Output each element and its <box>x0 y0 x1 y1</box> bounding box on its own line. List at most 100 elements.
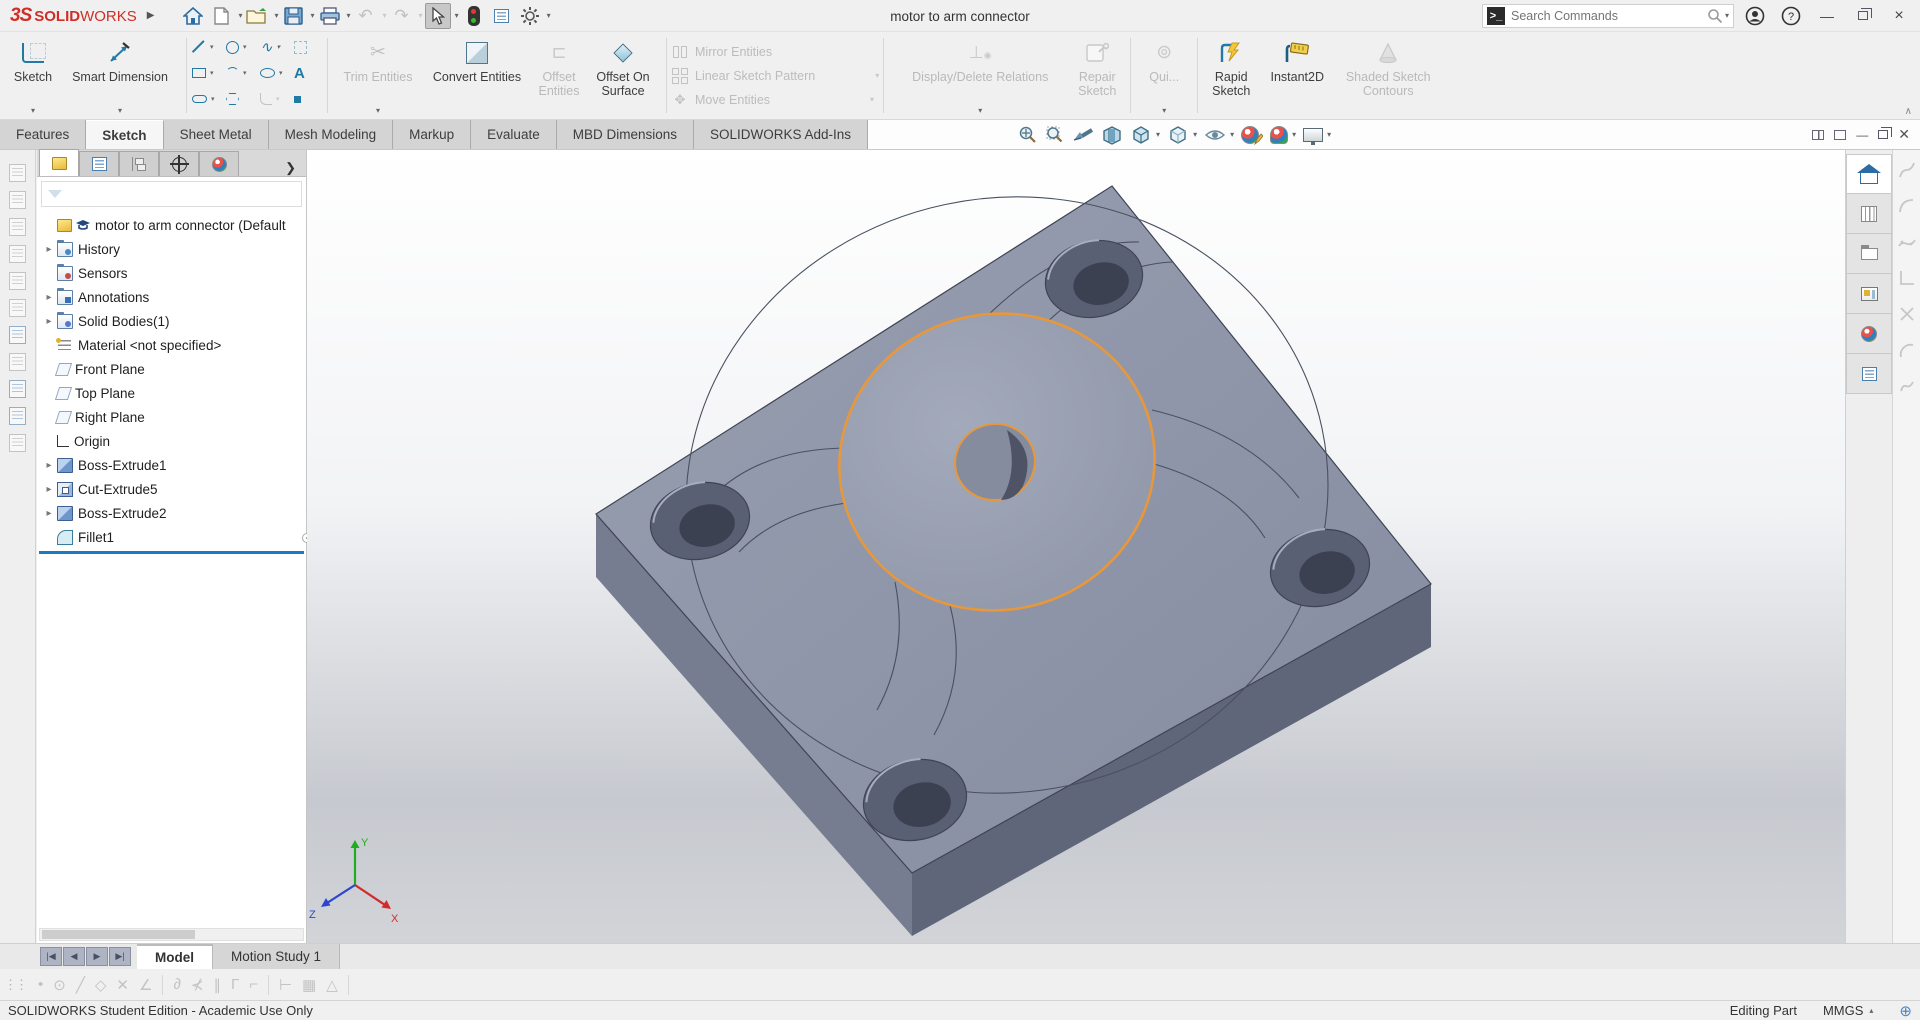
nav-prev-button[interactable]: ◀ <box>63 947 85 966</box>
snap-grid-icon[interactable]: ▦ <box>302 976 316 994</box>
visualize-button[interactable] <box>461 3 487 29</box>
quick-snaps-button[interactable]: ⊚ Qui... ▾ <box>1137 34 1191 118</box>
smart-dimension-button[interactable]: Smart Dimension ▾ <box>60 34 180 118</box>
offset-on-surface-button[interactable]: Offset On Surface <box>586 34 660 118</box>
tree-item-history[interactable]: ▸ History <box>37 237 306 261</box>
open-button[interactable] <box>244 3 270 29</box>
display-delete-relations-button[interactable]: ⊥◉ Display/Delete Relations ▾ <box>890 34 1070 118</box>
snap-perpendicular-icon[interactable]: ⊀ <box>191 976 204 994</box>
snap-line-icon[interactable]: ╱ <box>76 976 85 994</box>
left-toolbar-button-3[interactable] <box>9 218 26 236</box>
snap-grid-dim-icon[interactable]: ⊢ <box>279 976 292 994</box>
undo-dropdown[interactable]: ▾ <box>383 11 387 20</box>
zoom-to-fit-button[interactable] <box>1018 125 1038 145</box>
doc-minimize-button[interactable]: — <box>1856 128 1868 142</box>
tree-horizontal-scrollbar[interactable] <box>39 928 304 941</box>
view-orientation-dropdown[interactable]: ▾ <box>1156 130 1160 139</box>
repair-sketch-button[interactable]: Repair Sketch <box>1070 34 1124 118</box>
tree-item-boss-extrude2[interactable]: ▸ Boss-Extrude2 <box>37 501 306 525</box>
restore-button[interactable] <box>1848 3 1878 29</box>
search-scope-dropdown[interactable]: ▾ <box>1725 11 1729 20</box>
save-dropdown[interactable]: ▾ <box>311 11 315 20</box>
view-orientation-button[interactable]: ▾ <box>1130 125 1160 145</box>
line-dropdown[interactable]: ▾ <box>210 43 214 51</box>
ink-curve-icon[interactable] <box>1897 196 1917 216</box>
tree-item-fillet1[interactable]: Fillet1 <box>37 525 306 549</box>
expander-icon[interactable]: ▸ <box>41 460 57 471</box>
section-view-button[interactable] <box>1101 125 1123 145</box>
tab-solidworks-add-ins[interactable]: SOLIDWORKS Add-Ins <box>694 120 868 149</box>
ink-erase-icon[interactable] <box>1897 304 1917 324</box>
nav-next-button[interactable]: ▶ <box>86 947 108 966</box>
view-settings-button[interactable]: ▾ <box>1303 128 1331 142</box>
taskpane-file-explorer-button[interactable] <box>1846 234 1892 274</box>
options-button[interactable] <box>517 3 543 29</box>
tab-model[interactable]: Model <box>137 944 213 969</box>
split-pane-icon[interactable] <box>1812 130 1824 140</box>
rectangle-tool-button[interactable]: ▾ <box>189 68 223 78</box>
point-tool-button[interactable] <box>291 96 325 103</box>
units-selector[interactable]: MMGS ▴ <box>1823 1003 1873 1018</box>
document-properties-button[interactable] <box>489 3 515 29</box>
view-settings-dropdown[interactable]: ▾ <box>1327 130 1331 139</box>
sketch-button[interactable]: Sketch ▾ <box>6 34 60 118</box>
offset-entities-button[interactable]: ⊏ Offset Entities <box>532 34 586 118</box>
expander-icon[interactable]: ▸ <box>41 316 57 327</box>
ink-arc-icon[interactable] <box>1897 340 1917 360</box>
left-toolbar-button-4[interactable] <box>9 245 26 263</box>
taskpane-home-button[interactable] <box>1846 154 1892 194</box>
new-pane-icon[interactable] <box>1834 130 1846 140</box>
move-entities-dropdown[interactable]: ▾ <box>870 95 874 104</box>
trim-entities-dropdown[interactable]: ▾ <box>376 106 380 118</box>
sketch-dropdown[interactable]: ▾ <box>31 106 35 118</box>
ellipse-tool-button[interactable]: ▾ <box>257 68 291 78</box>
tab-mbd-dimensions[interactable]: MBD Dimensions <box>557 120 694 149</box>
box-select-tool-button[interactable] <box>291 41 325 54</box>
left-toolbar-button-9[interactable] <box>9 380 26 398</box>
tab-features[interactable]: Features <box>0 120 86 149</box>
new-document-dropdown[interactable]: ▾ <box>238 11 242 20</box>
move-entities-button[interactable]: ✥ Move Entities ▾ <box>671 90 879 110</box>
arc-dropdown[interactable]: ▾ <box>243 69 247 77</box>
spline-tool-button[interactable]: ∿▾ <box>257 38 291 56</box>
taskpane-design-library-button[interactable] <box>1846 194 1892 234</box>
rectangle-dropdown[interactable]: ▾ <box>210 69 214 77</box>
tree-filter[interactable] <box>41 181 302 207</box>
shaded-sketch-contours-button[interactable]: Shaded Sketch Contours <box>1336 34 1440 118</box>
display-style-dropdown[interactable]: ▾ <box>1193 130 1197 139</box>
search-commands-box[interactable]: >_ ▾ <box>1482 4 1734 28</box>
nav-last-button[interactable]: ▶| <box>109 947 131 966</box>
instant2d-button[interactable]: Instant2D <box>1258 34 1336 118</box>
mirror-entities-button[interactable]: Mirror Entities <box>671 42 879 62</box>
ink-spline-icon[interactable] <box>1897 232 1917 252</box>
left-toolbar-button-11[interactable] <box>9 434 26 452</box>
snap-hv-icon[interactable]: Γ <box>231 976 239 993</box>
rapid-sketch-button[interactable]: Rapid Sketch <box>1204 34 1258 118</box>
snap-angle-icon[interactable]: △ <box>326 976 338 994</box>
nav-first-button[interactable]: |◀ <box>40 947 62 966</box>
tree-item-origin[interactable]: Origin <box>37 429 306 453</box>
expander-icon[interactable]: ▸ <box>41 484 57 495</box>
redo-dropdown[interactable]: ▾ <box>419 11 423 20</box>
snap-quadrant-icon[interactable]: ◇ <box>95 976 107 994</box>
tree-item-boss-extrude1[interactable]: ▸ Boss-Extrude1 <box>37 453 306 477</box>
select-tool-button[interactable] <box>425 3 451 29</box>
ellipse-dropdown[interactable]: ▾ <box>279 69 283 77</box>
slot-tool-button[interactable]: ▾ <box>189 95 223 103</box>
tab-sheet-metal[interactable]: Sheet Metal <box>164 120 269 149</box>
search-magnifier-icon[interactable] <box>1707 8 1723 24</box>
help-button[interactable]: ? <box>1776 3 1806 29</box>
tab-markup[interactable]: Markup <box>393 120 471 149</box>
tree-item-solid-bodies[interactable]: ▸ Solid Bodies(1) <box>37 309 306 333</box>
smart-dimension-dropdown[interactable]: ▾ <box>118 106 122 118</box>
convert-entities-button[interactable]: Convert Entities <box>422 34 532 118</box>
apply-scene-dropdown[interactable]: ▾ <box>1292 130 1296 139</box>
slot-dropdown[interactable]: ▾ <box>211 95 215 103</box>
taskpane-custom-properties-button[interactable] <box>1846 354 1892 394</box>
tab-evaluate[interactable]: Evaluate <box>471 120 557 149</box>
minimize-button[interactable]: — <box>1812 3 1842 29</box>
previous-view-button[interactable] <box>1072 126 1094 144</box>
tab-motion-study-1[interactable]: Motion Study 1 <box>213 944 340 969</box>
globe-status-icon[interactable]: ⊕ <box>1899 1002 1912 1020</box>
snap-center-icon[interactable]: ⊙ <box>53 976 66 994</box>
